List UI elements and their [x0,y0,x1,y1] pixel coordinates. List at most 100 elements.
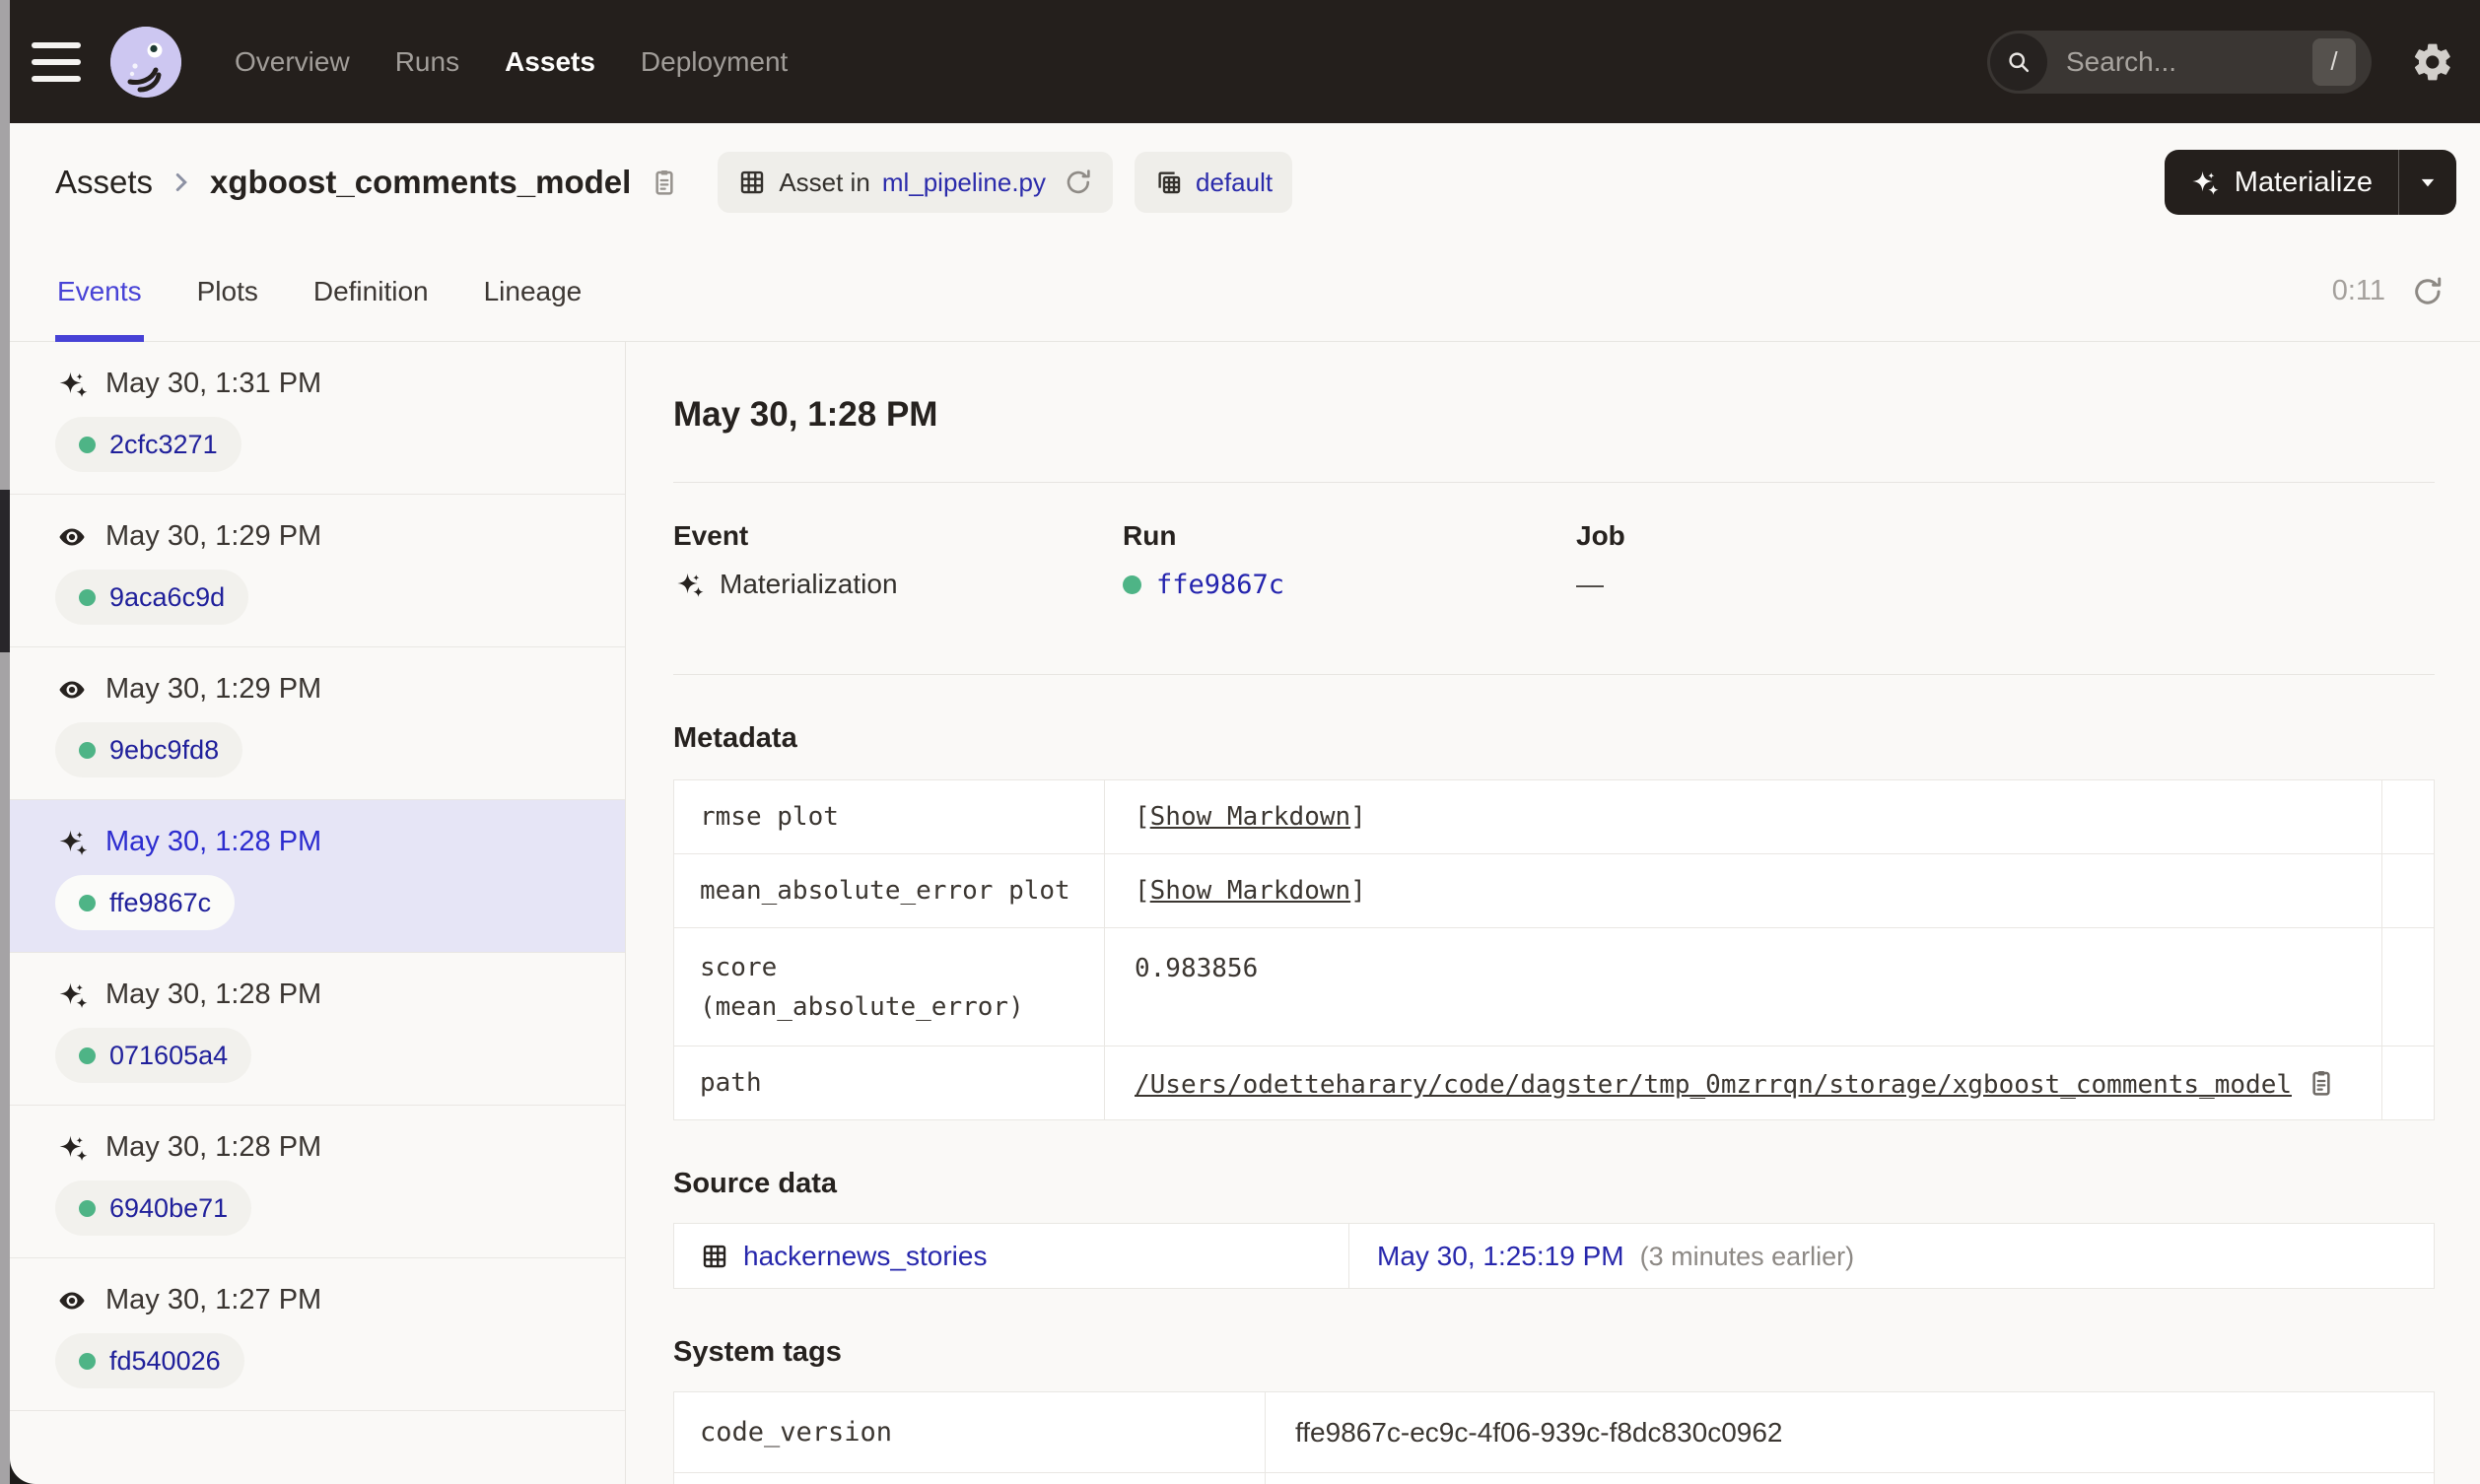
copy-path-icon[interactable] [2306,1067,2337,1099]
metadata-row-path: path /Users/odetteharary/code/dagster/tm… [673,1046,2435,1120]
run-id-badge[interactable]: ffe9867c [55,875,236,930]
metadata-value: 0.983856 [1135,954,1259,983]
event-type-value: Materialization [720,569,898,599]
metadata-row-rmse-plot: rmse plot [Show Markdown] [673,779,2435,854]
run-id-badge[interactable]: 9ebc9fd8 [55,722,243,777]
group-default-link[interactable]: default [1196,168,1273,198]
bracket: ] [1350,876,1366,906]
run-id-badge[interactable]: 2cfc3271 [55,417,241,472]
show-markdown-link[interactable]: Show Markdown [1150,876,1351,906]
run-id-link[interactable]: ffe9867c [109,888,211,918]
run-id-badge[interactable]: 6940be71 [55,1180,252,1236]
job-empty-value: — [1576,569,1604,599]
source-materialization-time-link[interactable]: May 30, 1:25:19 PM [1377,1241,1624,1272]
window-corner-artifact [10,1456,37,1484]
run-column-label: Run [1123,520,1177,551]
tab-events[interactable]: Events [55,241,144,342]
event-list-item[interactable]: May 30, 1:29 PM 9ebc9fd8 [0,647,625,800]
event-detail-panel: May 30, 1:28 PM Event Materialization Ru… [626,342,2480,1484]
asset-grid-icon [737,168,767,197]
refresh-page-icon[interactable] [2411,275,2445,308]
hamburger-menu-icon[interactable] [32,41,81,82]
event-list-item[interactable]: May 30, 1:27 PM fd540026 [0,1258,625,1411]
tab-plots[interactable]: Plots [195,241,260,341]
run-status-dot [79,1199,96,1217]
run-id-link[interactable]: 9aca6c9d [109,582,225,613]
page-title: xgboost_comments_model [210,164,632,200]
show-markdown-link[interactable]: Show Markdown [1150,802,1351,832]
tab-lineage[interactable]: Lineage [482,241,585,341]
observation-eye-icon [55,1286,89,1315]
materialize-split-button: Materialize [2164,150,2456,215]
nav-item-runs[interactable]: Runs [395,46,459,78]
nav-item-overview[interactable]: Overview [235,46,350,78]
search-shortcut-badge: / [2312,37,2356,86]
pipeline-file-link[interactable]: ml_pipeline.py [882,168,1046,198]
search-input[interactable]: Search... / [1987,30,2372,94]
caret-down-icon [2413,168,2443,197]
run-id-link[interactable]: 9ebc9fd8 [109,735,219,766]
breadcrumb-assets-link[interactable]: Assets [55,164,153,201]
run-id-link[interactable]: ffe9867c [1156,570,1284,600]
materialize-button[interactable]: Materialize [2165,150,2398,215]
materialization-sparkle-icon [55,829,89,856]
event-timestamp[interactable]: May 30, 1:29 PM [105,673,321,706]
asset-tabs-row: Events Plots Definition Lineage 0:11 [0,241,2480,342]
materialize-label: Materialize [2234,166,2373,198]
source-asset-link[interactable]: hackernews_stories [743,1241,987,1272]
dagster-logo[interactable] [110,26,181,98]
event-list-item-selected[interactable]: May 30, 1:28 PM ffe9867c [0,800,625,953]
reload-definition-icon[interactable] [1064,168,1093,197]
event-timestamp[interactable]: May 30, 1:27 PM [105,1284,321,1316]
source-time-note: (3 minutes earlier) [1639,1241,1855,1271]
bracket: ] [1350,802,1366,832]
event-list-item[interactable]: May 30, 1:28 PM 071605a4 [0,953,625,1106]
copy-asset-name-icon[interactable] [649,167,680,198]
event-timestamp[interactable]: May 30, 1:28 PM [105,826,321,858]
materialization-sparkle-icon [673,572,705,598]
event-timestamp[interactable]: May 30, 1:31 PM [105,368,321,400]
run-status-dot [79,436,96,453]
metadata-row-mae-plot: mean_absolute_error plot [Show Markdown] [673,853,2435,928]
run-id-badge[interactable]: 9aca6c9d [55,570,249,625]
run-id-badge[interactable]: fd540026 [55,1333,244,1388]
divider [673,482,2435,483]
tab-definition[interactable]: Definition [311,241,431,341]
system-tag-key: code_version [700,1417,893,1448]
run-id-link[interactable]: 071605a4 [109,1041,228,1071]
run-id-link[interactable]: fd540026 [109,1346,221,1377]
bracket: [ [1135,876,1150,906]
event-timestamp[interactable]: May 30, 1:28 PM [105,978,321,1011]
event-list-item[interactable]: May 30, 1:31 PM 2cfc3271 [0,342,625,495]
run-id-link[interactable]: 6940be71 [109,1193,228,1224]
materialize-dropdown-button[interactable] [2399,150,2456,215]
event-detail-title: May 30, 1:28 PM [673,395,938,434]
event-list-item[interactable]: May 30, 1:28 PM 6940be71 [0,1106,625,1258]
asset-grid-icon [700,1242,729,1271]
event-list-item[interactable]: May 30, 1:29 PM 9aca6c9d [0,495,625,647]
metadata-row-score: score (mean_absolute_error) 0.983856 [673,927,2435,1046]
asset-definition-badge: Asset in ml_pipeline.py [718,152,1114,213]
top-nav: Overview Runs Assets Deployment Search..… [0,0,2480,123]
tab-bar: Events Plots Definition Lineage [55,241,585,342]
run-status-dot [79,741,96,759]
run-id-badge[interactable]: 071605a4 [55,1028,252,1083]
materialize-sparkle-icon [2188,169,2220,196]
run-id-link[interactable]: 2cfc3271 [109,430,218,460]
storage-path-link[interactable]: /Users/odetteharary/code/dagster/tmp_0mz… [1135,1070,2292,1100]
nav-item-deployment[interactable]: Deployment [641,46,788,78]
nav-item-assets[interactable]: Assets [505,46,595,78]
nav-menu: Overview Runs Assets Deployment [235,46,788,78]
source-data-row: hackernews_stories May 30, 1:25:19 PM (3… [673,1223,2435,1289]
run-status-dot [79,588,96,606]
observation-eye-icon [55,522,89,552]
metadata-key: mean_absolute_error plot [700,876,1070,906]
event-timestamp[interactable]: May 30, 1:29 PM [105,520,321,553]
metadata-key: score [700,952,778,982]
metadata-table: rmse plot [Show Markdown] mean_absolute_… [673,779,2435,1120]
event-timestamp[interactable]: May 30, 1:28 PM [105,1131,321,1164]
settings-gear-icon[interactable] [2411,40,2454,84]
source-data-heading: Source data [673,1168,837,1199]
system-tag-row-clipped [673,1472,2435,1484]
asset-header-row: Assets xgboost_comments_model Asset in m… [0,123,2480,241]
